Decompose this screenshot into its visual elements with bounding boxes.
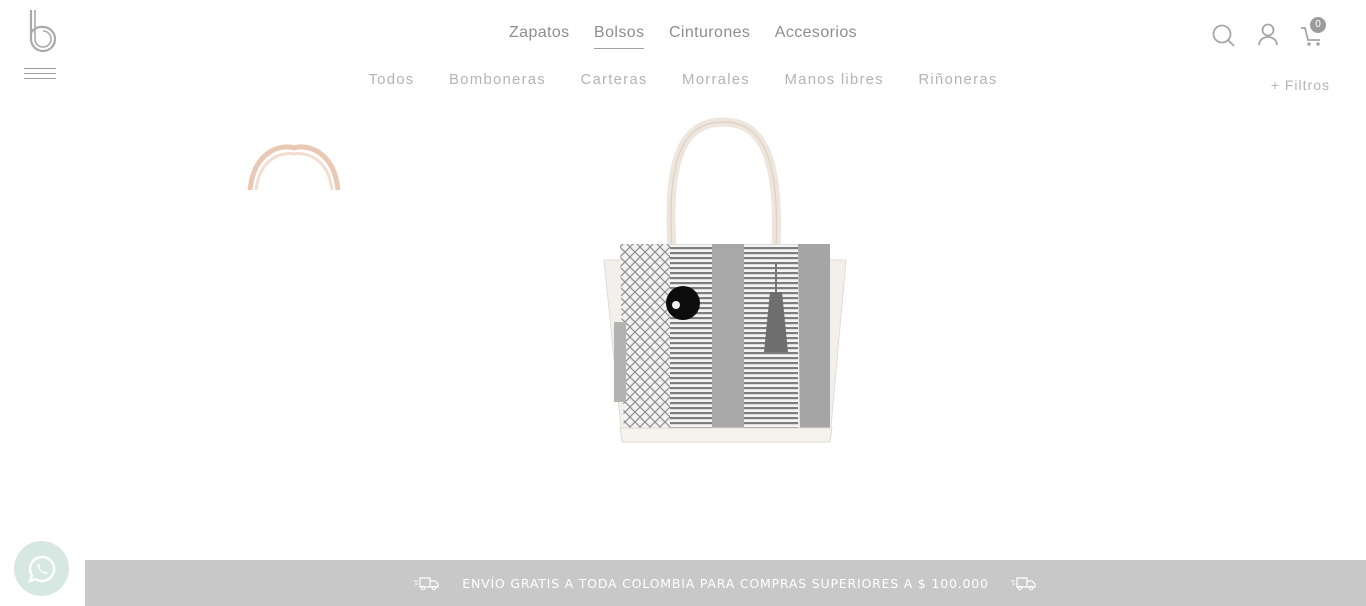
delivery-truck-icon (414, 577, 439, 591)
zoom-indicator (666, 286, 700, 320)
delivery-truck-icon (1010, 577, 1036, 591)
free-shipping-banner: ENVÍO GRATIS A TODA COLOMBIA PARA COMPRA… (85, 560, 1366, 606)
main-category-nav: Zapatos Bolsos Cinturones Accesorios (0, 24, 1366, 49)
subnav-item-bomboneras[interactable]: Bomboneras (449, 71, 546, 88)
hamburger-menu-icon (24, 68, 56, 69)
subnav-item-manos-libres[interactable]: Manos libres (784, 71, 883, 88)
nav-item-cinturones[interactable]: Cinturones (669, 24, 750, 48)
filters-toggle[interactable]: + Filtros (1271, 77, 1330, 93)
subnav-item-todos[interactable]: Todos (368, 71, 414, 88)
subnav-item-carteras[interactable]: Carteras (580, 71, 647, 88)
cart-button[interactable]: 0 (1300, 17, 1326, 48)
user-icon (1258, 23, 1278, 46)
search-icon (1212, 24, 1235, 47)
subnav-item-rinoneras[interactable]: Riñoneras (918, 71, 997, 88)
search-button[interactable] (1212, 20, 1238, 48)
header-actions: 0 (1212, 17, 1326, 48)
nav-item-accesorios[interactable]: Accesorios (775, 24, 857, 48)
tote-bag-thumbnail (247, 144, 341, 190)
nav-item-zapatos[interactable]: Zapatos (509, 24, 570, 48)
subnav-item-morrales[interactable]: Morrales (682, 71, 750, 88)
subcategory-nav: Todos Bomboneras Carteras Morrales Manos… (0, 71, 1366, 89)
nav-item-bolsos[interactable]: Bolsos (594, 24, 645, 49)
account-button[interactable] (1256, 20, 1282, 48)
whatsapp-icon (27, 555, 55, 583)
woven-tote-bag-image (603, 117, 847, 443)
free-shipping-text: ENVÍO GRATIS A TODA COLOMBIA PARA COMPRA… (462, 575, 989, 591)
product-thumbnail[interactable] (246, 140, 342, 190)
cart-count-badge: 0 (1310, 17, 1326, 33)
whatsapp-chat-button[interactable] (14, 541, 69, 596)
product-main-image[interactable] (590, 112, 860, 452)
